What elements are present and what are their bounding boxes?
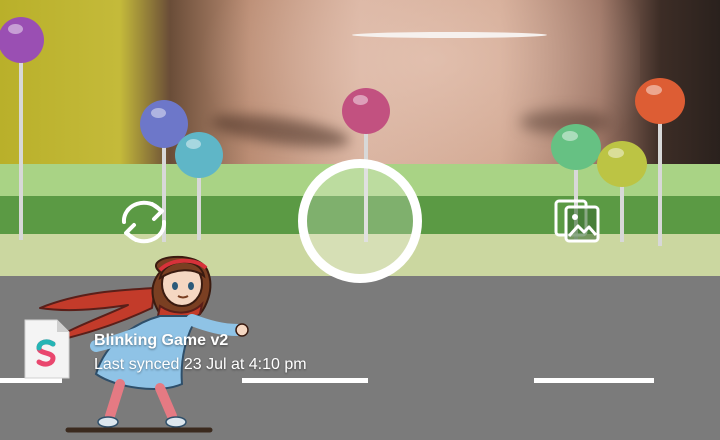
switch-camera-button[interactable] xyxy=(110,196,178,248)
gallery-icon xyxy=(554,199,600,243)
lollipop-tree-green xyxy=(551,124,601,170)
lollipop-tree-orange xyxy=(635,78,685,124)
lollipop-tree-pink xyxy=(342,88,390,134)
lollipop-stick xyxy=(658,112,662,246)
lollipop-tree-teal xyxy=(175,132,223,178)
last-synced-label: Last synced 23 Jul at 4:10 pm xyxy=(94,356,307,373)
light-reflection xyxy=(352,32,547,38)
switch-camera-icon xyxy=(121,200,167,244)
lollipop-stick xyxy=(19,50,23,240)
spark-ar-file-icon xyxy=(24,319,70,379)
lollipop-tree-purple xyxy=(0,17,44,63)
gallery-button[interactable] xyxy=(552,198,604,244)
project-file-button[interactable] xyxy=(23,318,71,380)
lane-marking xyxy=(534,378,654,383)
capture-button[interactable] xyxy=(298,159,422,283)
lollipop-tree-olive xyxy=(597,141,647,187)
project-title: Blinking Game v2 xyxy=(94,332,229,349)
